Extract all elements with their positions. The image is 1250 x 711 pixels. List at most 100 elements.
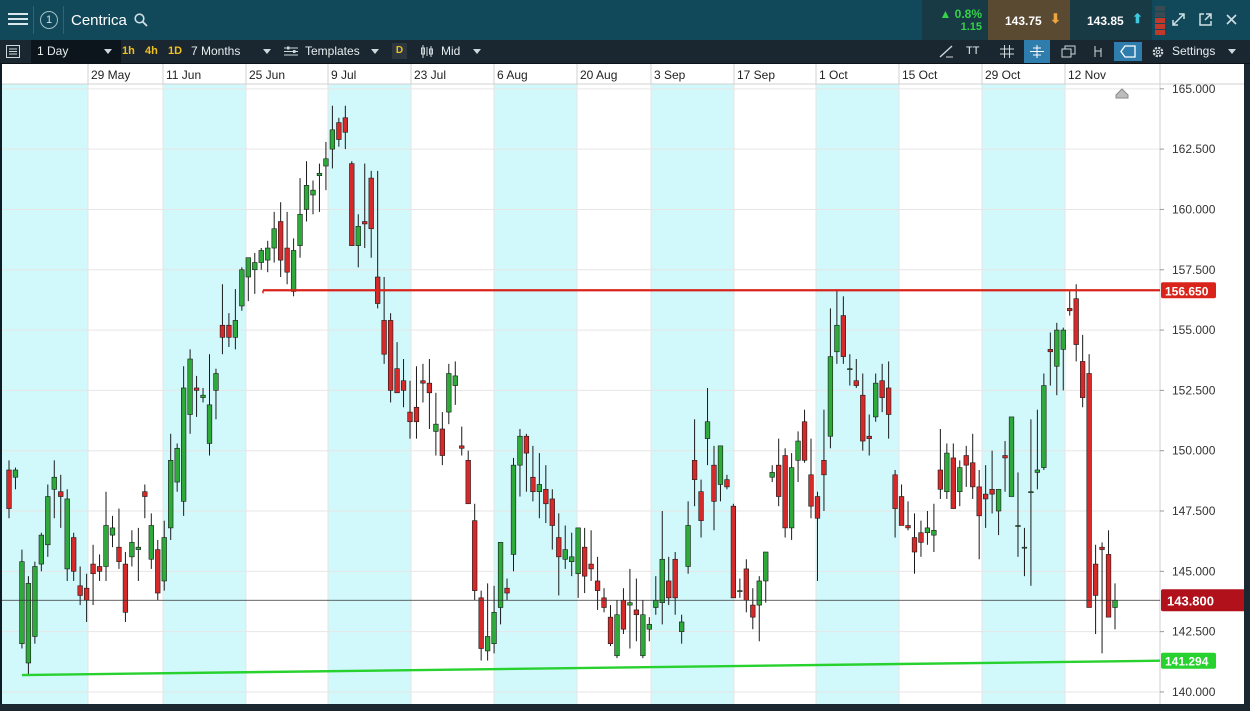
interval-4h-button[interactable]: 4h — [145, 40, 158, 63]
close-icon[interactable] — [1224, 12, 1239, 27]
date-tick-label: 20 Aug — [580, 68, 617, 82]
candle-down — [439, 428, 445, 456]
gear-icon[interactable] — [1151, 45, 1165, 59]
candle-up — [297, 213, 303, 246]
candle-up — [187, 358, 193, 415]
candle-up — [1034, 469, 1041, 473]
interval-select[interactable]: 1 Day — [31, 40, 121, 63]
menu-icon[interactable] — [6, 10, 30, 30]
candle-down — [950, 457, 956, 509]
settings-menu[interactable]: Settings — [1172, 40, 1242, 63]
candle-down — [6, 469, 12, 509]
candle-down — [71, 537, 77, 572]
candle-down — [284, 247, 290, 273]
candle-up — [245, 257, 251, 278]
candle-down — [413, 406, 420, 423]
candle-up — [329, 129, 336, 150]
popout-icon[interactable] — [1198, 12, 1213, 27]
date-tick-label: 11 Jun — [166, 68, 201, 82]
candle-up — [562, 549, 568, 560]
grid-icon[interactable] — [1000, 45, 1014, 58]
notification-badge[interactable]: 1 — [40, 11, 58, 29]
candle-down — [905, 525, 911, 529]
templates-menu[interactable]: Templates — [305, 40, 380, 63]
list-icon[interactable] — [6, 45, 20, 58]
price-tick-label: 142.500 — [1172, 625, 1216, 639]
candle-down — [1073, 298, 1079, 345]
range-select[interactable]: 7 Months — [191, 40, 271, 63]
candle-down — [362, 221, 368, 225]
background-band — [494, 84, 577, 704]
price-tick-label: 145.000 — [1172, 564, 1216, 578]
last-price-label: 143.800 — [1167, 593, 1214, 608]
candle-up — [181, 387, 187, 502]
candle-up — [45, 496, 51, 546]
price-type-badge[interactable]: D — [392, 43, 407, 59]
candle-down — [543, 488, 549, 505]
candle-down — [983, 493, 989, 500]
candle-up — [1060, 329, 1066, 350]
text-tool-button[interactable]: TT — [966, 40, 979, 63]
date-tick-label: 25 Jun — [249, 68, 285, 82]
candle-down — [530, 476, 536, 493]
range-value: 7 Months — [191, 44, 241, 58]
candle-up — [446, 373, 452, 413]
resistance-price-label: 156.650 — [1165, 284, 1209, 298]
candle-up — [206, 404, 213, 444]
candle-up — [484, 636, 491, 652]
interval-1h-button[interactable]: 1h — [122, 40, 135, 63]
price-type-select[interactable]: Mid — [441, 40, 487, 63]
chevron-down-icon — [371, 49, 379, 54]
candle-down — [549, 498, 555, 526]
chart-edge — [1244, 64, 1250, 704]
candle-down — [970, 462, 976, 488]
price-chart[interactable]: 29 May 11 Jun 25 Jun 9 Jul 23 Jul 6 Aug 20 Aug… — [2, 64, 1245, 704]
candle-up — [995, 488, 1002, 512]
candle-down — [821, 460, 827, 476]
candle-up — [103, 525, 109, 567]
background-band — [651, 84, 734, 704]
candle-up — [827, 356, 834, 437]
candle-up — [957, 467, 963, 493]
down-arrow-icon: ⬇ — [1050, 11, 1061, 26]
candle-up — [653, 599, 659, 608]
sell-button[interactable]: 143.75 ⬇ — [988, 0, 1070, 40]
candle-down — [349, 163, 355, 246]
candle-up — [679, 621, 685, 632]
candle-down — [226, 324, 232, 338]
crosshair-button[interactable] — [1024, 40, 1050, 63]
layers-icon[interactable] — [1061, 45, 1076, 58]
candlestick-chart[interactable]: 29 May 11 Jun 25 Jun 9 Jul 23 Jul 6 Aug 20 Aug… — [2, 64, 1245, 704]
candle-down — [691, 460, 698, 480]
date-tick-label: 3 Sep — [654, 68, 686, 82]
search-icon[interactable] — [134, 13, 148, 27]
candle-down — [588, 563, 594, 570]
candle-up — [614, 614, 620, 657]
candle-up — [161, 537, 167, 582]
candle-up — [1021, 546, 1028, 549]
candle-down — [407, 411, 413, 423]
instrument-name[interactable]: Centrica — [71, 12, 127, 29]
buy-button[interactable]: 143.85 ⬆ — [1070, 0, 1152, 40]
interval-1d-button[interactable]: 1D — [168, 40, 182, 63]
label-tool-button[interactable] — [1114, 42, 1142, 61]
change-percent: ▲ 0.8% — [939, 7, 982, 21]
candle-up — [1112, 599, 1118, 608]
sell-price: 143.75 — [1005, 14, 1042, 28]
candle-up — [174, 447, 180, 483]
candle-up — [788, 467, 795, 529]
candle-down — [601, 597, 607, 608]
candle-down — [672, 558, 678, 599]
candle-up — [200, 394, 206, 398]
status-strip — [0, 704, 1250, 711]
candle-down — [853, 380, 859, 386]
draw-line-icon[interactable] — [938, 45, 954, 58]
candle-up — [685, 525, 691, 567]
indicator-icon[interactable] — [1092, 45, 1106, 58]
candle-up — [704, 421, 711, 439]
crosshair-icon — [1030, 45, 1044, 58]
expand-icon[interactable] — [1171, 12, 1186, 27]
candle-up — [847, 368, 853, 370]
up-arrow-icon: ⬆ — [1132, 11, 1143, 26]
chart-toolbar: 1 Day 1h 4h 1D 7 Months Templates D Mid … — [0, 40, 1250, 64]
